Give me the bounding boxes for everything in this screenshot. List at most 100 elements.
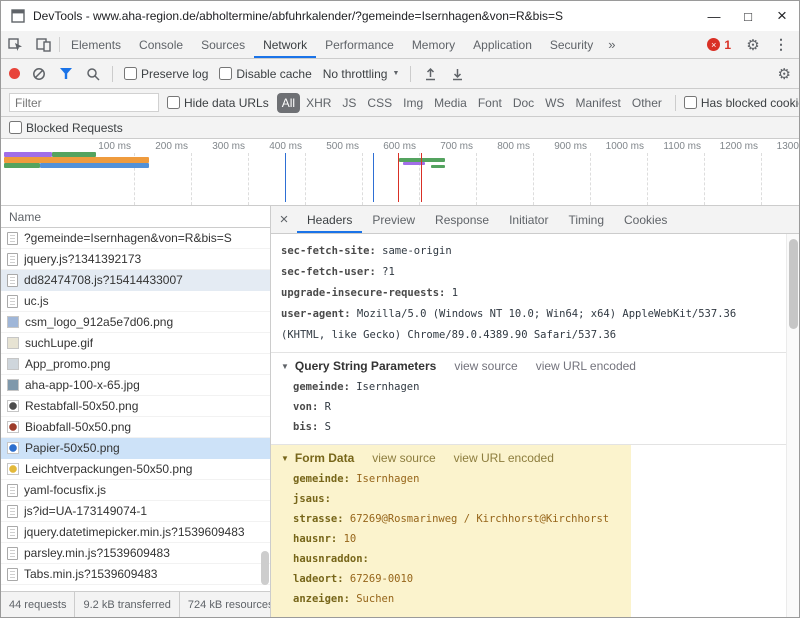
- settings-gear-icon[interactable]: ⚙: [739, 36, 767, 54]
- event-marker-line: [398, 153, 399, 202]
- detail-tab-headers[interactable]: Headers: [297, 206, 362, 233]
- request-row[interactable]: yaml-focusfix.js: [1, 480, 270, 501]
- request-row[interactable]: jquery.js?1341392173: [1, 249, 270, 270]
- name-column-header[interactable]: Name: [1, 206, 270, 228]
- more-tabs-button[interactable]: »: [602, 31, 621, 58]
- request-row[interactable]: jquery.datetimepicker.min.js?1539609483: [1, 522, 270, 543]
- close-detail-icon[interactable]: ×: [271, 206, 297, 233]
- blocked-requests-input[interactable]: [9, 121, 22, 134]
- request-row[interactable]: Leichtverpackungen-50x50.png: [1, 459, 270, 480]
- preserve-log-checkbox[interactable]: Preserve log: [124, 67, 208, 81]
- resource-filter-all[interactable]: All: [277, 93, 300, 113]
- tab-elements[interactable]: Elements: [62, 31, 130, 58]
- view-source-link[interactable]: view source: [454, 359, 517, 373]
- resource-filter-manifest[interactable]: Manifest: [571, 93, 626, 113]
- export-har-icon[interactable]: [449, 66, 465, 82]
- tab-performance[interactable]: Performance: [316, 31, 403, 58]
- separator: [59, 37, 60, 52]
- detail-tab-preview[interactable]: Preview: [362, 206, 425, 233]
- tab-sources[interactable]: Sources: [192, 31, 254, 58]
- detail-tab-timing[interactable]: Timing: [558, 206, 614, 233]
- disable-cache-label: Disable cache: [236, 67, 311, 81]
- request-row[interactable]: Restabfall-50x50.png: [1, 396, 270, 417]
- close-window-button[interactable]: ×: [765, 1, 799, 31]
- detail-tab-response[interactable]: Response: [425, 206, 499, 233]
- resource-filter-ws[interactable]: WS: [540, 93, 569, 113]
- tab-memory[interactable]: Memory: [403, 31, 464, 58]
- param-line: gemeinde: Isernhagen: [271, 377, 799, 397]
- tab-network[interactable]: Network: [254, 31, 316, 58]
- clear-icon[interactable]: [31, 66, 47, 82]
- resource-filter-doc[interactable]: Doc: [508, 93, 539, 113]
- throttling-dropdown[interactable]: No throttling ▼: [323, 67, 400, 81]
- maximize-button[interactable]: □: [731, 1, 765, 31]
- disable-cache-checkbox[interactable]: Disable cache: [219, 67, 311, 81]
- param-value: 10: [344, 533, 357, 545]
- filter-funnel-icon[interactable]: [58, 66, 74, 82]
- request-row[interactable]: Tabs.min.js?1539609483: [1, 564, 270, 585]
- search-icon[interactable]: [85, 66, 101, 82]
- event-marker-line: [421, 153, 422, 202]
- hide-data-urls-input[interactable]: [167, 96, 180, 109]
- header-name: sec-fetch-site:: [281, 245, 376, 257]
- inspect-element-icon[interactable]: [1, 31, 29, 58]
- view-url-encoded-link[interactable]: view URL encoded: [536, 359, 636, 373]
- query-string-params: gemeinde: Isernhagenvon: Rbis: S: [271, 377, 799, 437]
- error-badge[interactable]: × 1: [699, 38, 739, 52]
- has-blocked-cookies-input[interactable]: [684, 96, 697, 109]
- filter-input[interactable]: [9, 93, 159, 112]
- chevron-down-icon: ▼: [392, 70, 399, 77]
- resource-filter-css[interactable]: CSS: [362, 93, 397, 113]
- scrollbar-thumb[interactable]: [261, 551, 269, 585]
- network-main-area: Name ?gemeinde=Isernhagen&von=R&bis=Sjqu…: [1, 206, 799, 617]
- view-source-link[interactable]: view source: [372, 451, 435, 465]
- network-settings-gear-icon[interactable]: ⚙: [778, 65, 791, 83]
- detail-tab-initiator[interactable]: Initiator: [499, 206, 558, 233]
- request-row[interactable]: App_promo.png: [1, 354, 270, 375]
- event-marker-line: [373, 153, 374, 202]
- tab-application[interactable]: Application: [464, 31, 541, 58]
- resource-filter-img[interactable]: Img: [398, 93, 428, 113]
- request-name: suchLupe.gif: [25, 336, 93, 350]
- request-row[interactable]: ?gemeinde=Isernhagen&von=R&bis=S: [1, 228, 270, 249]
- disable-cache-input[interactable]: [219, 67, 232, 80]
- hide-data-urls-checkbox[interactable]: Hide data URLs: [167, 96, 269, 110]
- resource-filter-xhr[interactable]: XHR: [301, 93, 336, 113]
- kebab-menu-icon[interactable]: ⋮: [767, 36, 795, 53]
- image-thumbnail-icon: [7, 421, 19, 433]
- has-blocked-cookies-checkbox[interactable]: Has blocked cookies: [684, 96, 799, 110]
- scrollbar[interactable]: [786, 234, 799, 617]
- scrollbar-thumb[interactable]: [789, 239, 798, 329]
- resource-size: 724 kB resources: [180, 592, 270, 617]
- minimize-button[interactable]: —: [697, 1, 731, 31]
- resource-filter-font[interactable]: Font: [473, 93, 507, 113]
- param-value: 67269@Rosmarinweg / Kirchhorst@Kirchhors…: [350, 513, 609, 525]
- request-row[interactable]: suchLupe.gif: [1, 333, 270, 354]
- device-toolbar-icon[interactable]: [29, 31, 57, 58]
- request-row[interactable]: parsley.min.js?1539609483: [1, 543, 270, 564]
- request-row[interactable]: Bioabfall-50x50.png: [1, 417, 270, 438]
- disclosure-triangle-icon[interactable]: ▼: [281, 362, 289, 371]
- import-har-icon[interactable]: [422, 66, 438, 82]
- detail-tab-cookies[interactable]: Cookies: [614, 206, 677, 233]
- resource-filter-js[interactable]: JS: [337, 93, 361, 113]
- request-row[interactable]: uc.js: [1, 291, 270, 312]
- file-icon: [7, 232, 18, 245]
- request-row[interactable]: csm_logo_912a5e7d06.png: [1, 312, 270, 333]
- network-overview-timeline[interactable]: 100 ms200 ms300 ms400 ms500 ms600 ms700 …: [1, 139, 799, 206]
- tab-security[interactable]: Security: [541, 31, 602, 58]
- request-row[interactable]: js?id=UA-173149074-1: [1, 501, 270, 522]
- record-button[interactable]: [9, 68, 20, 79]
- blocked-requests-checkbox[interactable]: Blocked Requests: [9, 121, 123, 135]
- preserve-log-input[interactable]: [124, 67, 137, 80]
- disclosure-triangle-icon[interactable]: ▼: [281, 454, 289, 463]
- request-name: Leichtverpackungen-50x50.png: [25, 462, 192, 476]
- request-row[interactable]: dd82474708.js?15414433007: [1, 270, 270, 291]
- request-row[interactable]: Papier-50x50.png: [1, 438, 270, 459]
- view-url-encoded-link[interactable]: view URL encoded: [454, 451, 554, 465]
- status-bar: 44 requests9.2 kB transferred724 kB reso…: [1, 591, 270, 617]
- tab-console[interactable]: Console: [130, 31, 192, 58]
- resource-filter-media[interactable]: Media: [429, 93, 472, 113]
- request-row[interactable]: aha-app-100-x-65.jpg: [1, 375, 270, 396]
- resource-filter-other[interactable]: Other: [627, 93, 667, 113]
